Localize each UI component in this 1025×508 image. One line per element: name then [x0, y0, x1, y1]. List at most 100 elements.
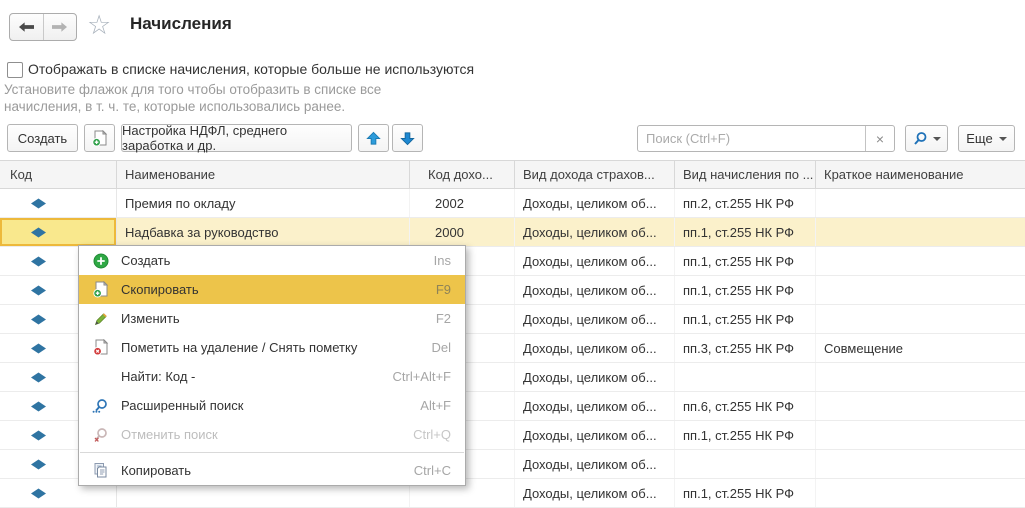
column-header-short-name[interactable]: Краткое наименование [816, 161, 1025, 188]
diamond-icon [30, 343, 47, 354]
row-income-kind-cell[interactable]: Доходы, целиком об... [515, 218, 675, 246]
diamond-icon [30, 198, 47, 209]
row-short-name-cell[interactable]: Совмещение [816, 334, 1025, 362]
diamond-icon [30, 488, 47, 499]
row-short-name-cell[interactable] [816, 421, 1025, 449]
search-clear-button[interactable]: × [865, 126, 894, 151]
more-button-label: Еще [966, 131, 992, 146]
row-accrual-kind-cell[interactable] [675, 363, 816, 391]
move-down-button[interactable] [392, 124, 423, 152]
context-menu-item-label: Отменить поиск [121, 427, 413, 442]
row-income-kind-cell[interactable]: Доходы, целиком об... [515, 392, 675, 420]
forward-arrow-icon [52, 22, 67, 32]
filter-hint-line1: Установите флажок для того чтобы отобраз… [4, 81, 381, 98]
create-button[interactable]: Создать [7, 124, 78, 152]
edit-pencil-icon [92, 310, 109, 327]
row-income-code-cell[interactable]: 2002 [410, 189, 515, 217]
mark-delete-icon [92, 339, 109, 356]
diamond-icon [30, 314, 47, 325]
context-menu-item-label: Создать [121, 253, 434, 268]
context-menu-item-shortcut: Ctrl+C [414, 463, 451, 478]
column-header-income-code[interactable]: Код дохо... [410, 161, 515, 188]
back-button[interactable] [10, 14, 44, 40]
row-income-kind-cell[interactable]: Доходы, целиком об... [515, 247, 675, 275]
row-code-cell[interactable] [0, 189, 117, 217]
row-accrual-kind-cell[interactable]: пп.1, ст.255 НК РФ [675, 479, 816, 507]
row-short-name-cell[interactable] [816, 305, 1025, 333]
context-menu-item[interactable]: Скопировать F9 [79, 275, 465, 304]
context-menu-item[interactable]: Копировать Ctrl+C [79, 456, 465, 485]
search-input[interactable] [638, 126, 865, 151]
context-menu-item[interactable]: Создать Ins [79, 246, 465, 275]
row-short-name-cell[interactable] [816, 479, 1025, 507]
context-menu-item-shortcut: Ctrl+Q [413, 427, 451, 442]
chevron-down-icon [999, 137, 1007, 141]
row-name-cell[interactable]: Премия по окладу [117, 189, 410, 217]
row-income-kind-cell[interactable]: Доходы, целиком об... [515, 450, 675, 478]
row-short-name-cell[interactable] [816, 276, 1025, 304]
copy-item-icon [92, 281, 109, 298]
context-menu-item-shortcut: F9 [436, 282, 451, 297]
context-menu-item-shortcut: Alt+F [420, 398, 451, 413]
row-income-kind-cell[interactable]: Доходы, целиком об... [515, 334, 675, 362]
add-circle-icon [92, 252, 109, 269]
row-accrual-kind-cell[interactable] [675, 450, 816, 478]
copy-item-button[interactable] [84, 124, 115, 152]
row-accrual-kind-cell[interactable]: пп.1, ст.255 НК РФ [675, 421, 816, 449]
show-unused-checkbox-label[interactable]: Отображать в списке начисления, которые … [28, 61, 474, 77]
move-up-button[interactable] [358, 124, 389, 152]
ndfl-settings-button[interactable]: Настройка НДФЛ, среднего заработка и др. [121, 124, 352, 152]
row-income-kind-cell[interactable]: Доходы, целиком об... [515, 363, 675, 391]
row-accrual-kind-cell[interactable]: пп.6, ст.255 НК РФ [675, 392, 816, 420]
table-row[interactable]: Премия по окладу 2002 Доходы, целиком об… [0, 189, 1025, 218]
row-income-kind-cell[interactable]: Доходы, целиком об... [515, 305, 675, 333]
row-short-name-cell[interactable] [816, 392, 1025, 420]
document-plus-icon [92, 130, 108, 147]
row-income-kind-cell[interactable]: Доходы, целиком об... [515, 421, 675, 449]
diamond-icon [30, 372, 47, 383]
table-row[interactable]: Надбавка за руководство 2000 Доходы, цел… [0, 218, 1025, 247]
search-options-button[interactable] [905, 125, 948, 152]
diamond-icon [30, 256, 47, 267]
search-icon [912, 131, 928, 147]
row-accrual-kind-cell[interactable]: пп.1, ст.255 НК РФ [675, 218, 816, 246]
context-menu-item[interactable]: Расширенный поиск Alt+F [79, 391, 465, 420]
row-short-name-cell[interactable] [816, 218, 1025, 246]
row-accrual-kind-cell[interactable]: пп.1, ст.255 НК РФ [675, 305, 816, 333]
ndfl-settings-button-label: Настройка НДФЛ, среднего заработка и др. [122, 123, 351, 153]
row-short-name-cell[interactable] [816, 189, 1025, 217]
show-unused-checkbox[interactable] [7, 62, 23, 78]
context-menu-item-label: Расширенный поиск [121, 398, 420, 413]
row-accrual-kind-cell[interactable]: пп.3, ст.255 НК РФ [675, 334, 816, 362]
row-income-code-cell[interactable]: 2000 [410, 218, 515, 246]
row-income-kind-cell[interactable]: Доходы, целиком об... [515, 189, 675, 217]
row-short-name-cell[interactable] [816, 247, 1025, 275]
context-menu-item[interactable]: Изменить F2 [79, 304, 465, 333]
column-header-accrual-kind[interactable]: Вид начисления по ... [675, 161, 816, 188]
context-menu-item-label: Изменить [121, 311, 436, 326]
forward-button[interactable] [44, 14, 77, 40]
chevron-down-icon [933, 137, 941, 141]
row-short-name-cell[interactable] [816, 450, 1025, 478]
diamond-icon [30, 285, 47, 296]
context-menu-item[interactable]: Пометить на удаление / Снять пометку Del [79, 333, 465, 362]
column-header-code[interactable]: Код [0, 161, 117, 188]
row-code-cell[interactable] [0, 218, 117, 246]
row-accrual-kind-cell[interactable]: пп.1, ст.255 НК РФ [675, 276, 816, 304]
close-x-icon: × [876, 131, 884, 147]
row-income-kind-cell[interactable]: Доходы, целиком об... [515, 479, 675, 507]
column-header-income-kind[interactable]: Вид дохода страхов... [515, 161, 675, 188]
cancel-search-icon [92, 426, 109, 443]
row-short-name-cell[interactable] [816, 363, 1025, 391]
favorite-star-icon[interactable]: ☆ [87, 10, 111, 40]
row-accrual-kind-cell[interactable]: пп.1, ст.255 НК РФ [675, 247, 816, 275]
context-menu-item[interactable]: Найти: Код - Ctrl+Alt+F [79, 362, 465, 391]
row-name-cell[interactable]: Надбавка за руководство [117, 218, 410, 246]
column-header-name[interactable]: Наименование [117, 161, 410, 188]
more-button[interactable]: Еще [958, 125, 1015, 152]
row-income-kind-cell[interactable]: Доходы, целиком об... [515, 276, 675, 304]
search-field-wrap: × [637, 125, 895, 152]
no-icon-spacer [92, 368, 109, 385]
context-menu-item: Отменить поиск Ctrl+Q [79, 420, 465, 449]
row-accrual-kind-cell[interactable]: пп.2, ст.255 НК РФ [675, 189, 816, 217]
